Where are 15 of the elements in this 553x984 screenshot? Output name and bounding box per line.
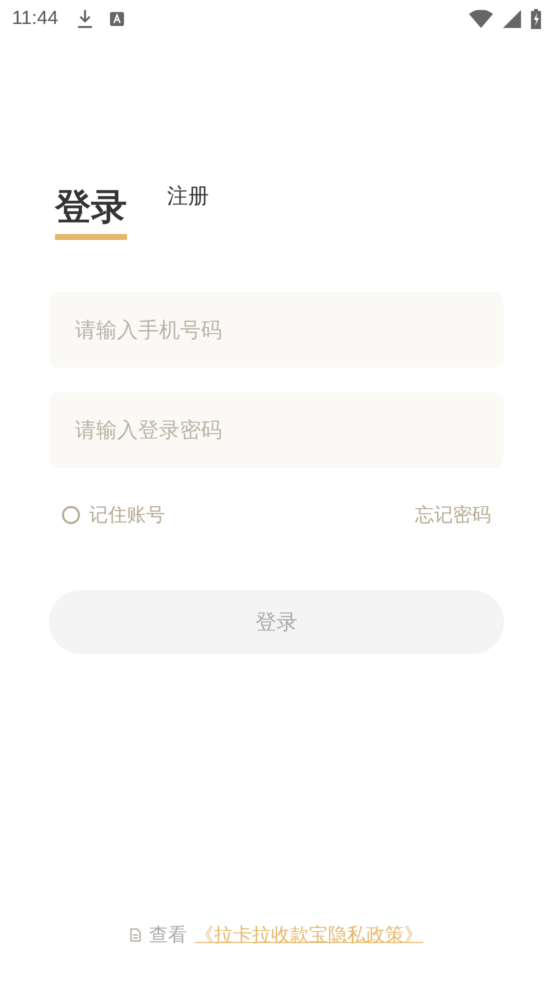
keyboard-app-icon xyxy=(110,12,124,26)
document-icon xyxy=(130,928,141,942)
footer-text: 查看 xyxy=(149,923,187,948)
signal-icon xyxy=(503,10,521,28)
privacy-policy-link[interactable]: 《拉卡拉收款宝隐私政策》 xyxy=(195,922,423,948)
status-time: 11:44 xyxy=(12,8,58,30)
input-field[interactable]: 请输入手机号码 xyxy=(49,292,504,368)
remember-account-checkbox[interactable]: 记住账号 xyxy=(62,502,165,528)
tab[interactable]: 注册 xyxy=(167,182,209,230)
input-field[interactable]: 请输入登录密码 xyxy=(49,392,504,468)
forgot-password-link[interactable]: 忘记密码 xyxy=(415,502,491,528)
battery-charging-icon xyxy=(531,9,541,29)
wifi-icon xyxy=(469,10,493,28)
download-icon xyxy=(76,9,94,29)
tab[interactable]: 登录 xyxy=(55,183,127,240)
